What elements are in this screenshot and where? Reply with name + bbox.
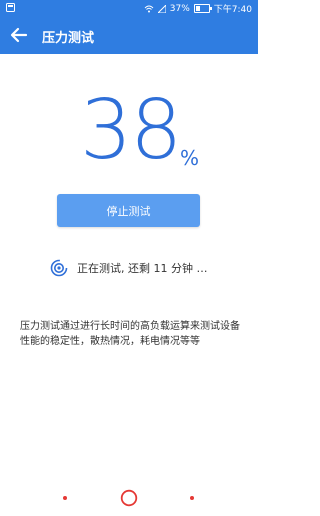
- status-text: 正在测试, 还剩 11 分钟 …: [77, 262, 208, 275]
- test-status: 正在测试, 还剩 11 分钟 …: [50, 258, 207, 278]
- progress-value: 38: [80, 83, 182, 178]
- menu-button[interactable]: [63, 496, 67, 500]
- home-button-icon[interactable]: [120, 489, 138, 507]
- back-button[interactable]: [190, 496, 194, 500]
- test-description: 压力测试通过进行长时间的高负载运算来测试设备性能的稳定性，散热情况，耗电情况等等: [20, 321, 240, 347]
- battery-icon: [193, 4, 212, 13]
- progress-display: 38 %: [0, 86, 258, 176]
- navigation-bar: [0, 480, 258, 516]
- status-bar: 37% 下午7:40: [0, 0, 258, 17]
- wifi-icon: [144, 5, 154, 12]
- page-title: 压力测试: [42, 31, 95, 46]
- notification-icon: [6, 3, 15, 12]
- arrow-left-icon[interactable]: [10, 26, 28, 44]
- battery-fill: [195, 6, 200, 11]
- cell-signal-icon: [157, 4, 166, 13]
- stop-test-button[interactable]: 停止测试: [57, 194, 200, 227]
- clock: 下午7:40: [213, 5, 252, 15]
- loading-spinner-icon: [50, 259, 68, 277]
- status-icons: 37% 下午7:40: [144, 3, 252, 15]
- progress-unit: %: [180, 146, 200, 170]
- app-bar: 压力测试: [0, 17, 258, 54]
- battery-percent: 37%: [169, 3, 190, 14]
